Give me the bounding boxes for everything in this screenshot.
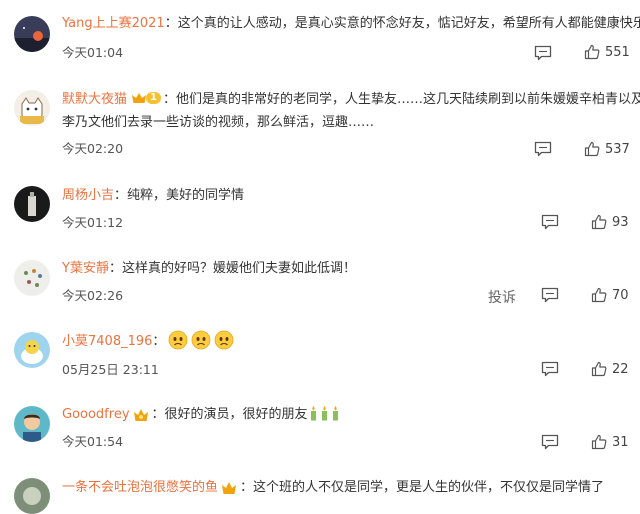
candle-emoji bbox=[320, 405, 329, 430]
comment-icon[interactable] bbox=[541, 287, 559, 303]
avatar[interactable] bbox=[14, 406, 50, 442]
thumbs-up-icon bbox=[591, 287, 607, 303]
comment-text-continued: 李乃文他们去录一些访谈的视频，那么鲜活，逗趣…… bbox=[62, 115, 375, 130]
candle-emoji bbox=[309, 405, 318, 430]
timestamp: 今天01:12 bbox=[62, 215, 124, 230]
comment-icon[interactable] bbox=[534, 45, 552, 61]
like-count: 22 bbox=[612, 361, 629, 377]
avatar[interactable] bbox=[14, 478, 50, 514]
vip-badge: 1 bbox=[131, 91, 161, 105]
username[interactable]: Yang上上赛2021 bbox=[62, 16, 165, 31]
like-count: 93 bbox=[612, 214, 629, 230]
username[interactable]: Gooodfrey bbox=[62, 407, 130, 422]
like-button[interactable]: 537 bbox=[584, 141, 630, 157]
timestamp: 今天01:54 bbox=[62, 434, 124, 449]
thumbs-up-icon bbox=[584, 44, 600, 60]
comment-text: ：这个真的让人感动，是真心实意的怀念好友，惦记好友，希望所有人都能健康快乐 bbox=[164, 16, 640, 31]
comment-icon[interactable] bbox=[541, 361, 559, 377]
sad-face-emoji bbox=[191, 330, 211, 359]
comment-text: ：纯粹，美好的同学情 bbox=[114, 188, 245, 203]
sad-face-emoji bbox=[214, 330, 234, 359]
like-button[interactable]: 31 bbox=[591, 434, 629, 450]
username[interactable]: Y葉安靜 bbox=[62, 261, 109, 276]
avatar[interactable] bbox=[14, 16, 50, 52]
thumbs-up-icon bbox=[591, 214, 607, 230]
report-button[interactable]: 投诉 bbox=[488, 287, 516, 307]
crown-icon bbox=[132, 93, 147, 103]
comment-text: ：他们是真的非常好的老同学，人生挚友……这几天陆续刷到以前朱媛媛辛柏青以及 bbox=[162, 92, 640, 107]
like-count: 70 bbox=[612, 287, 629, 303]
username[interactable]: 周杨小吉 bbox=[62, 188, 114, 203]
candle-emoji bbox=[331, 405, 340, 430]
timestamp: 今天01:04 bbox=[62, 45, 124, 60]
like-button[interactable]: 551 bbox=[584, 44, 630, 60]
username[interactable]: 默默大夜猫 bbox=[62, 92, 127, 107]
vip-level: 1 bbox=[146, 92, 161, 104]
comment-text: ： bbox=[152, 334, 166, 349]
timestamp: 今天02:20 bbox=[62, 141, 124, 156]
thumbs-up-icon bbox=[591, 434, 607, 450]
like-button[interactable]: 22 bbox=[591, 361, 629, 377]
vip-crown-icon bbox=[132, 407, 150, 432]
avatar[interactable] bbox=[14, 186, 50, 222]
timestamp: 05月25日 23:11 bbox=[62, 362, 159, 377]
comment-icon[interactable] bbox=[541, 434, 559, 450]
like-count: 537 bbox=[605, 141, 630, 157]
like-count: 551 bbox=[605, 44, 630, 60]
comment-icon[interactable] bbox=[534, 141, 552, 157]
comment-icon[interactable] bbox=[541, 214, 559, 230]
comment-text: ：很好的演员，很好的朋友 bbox=[151, 407, 308, 422]
thumbs-up-icon bbox=[584, 141, 600, 157]
like-button[interactable]: 70 bbox=[591, 287, 629, 303]
like-count: 31 bbox=[612, 434, 629, 450]
timestamp: 今天02:26 bbox=[62, 288, 124, 303]
avatar[interactable] bbox=[14, 90, 50, 126]
sad-face-emoji bbox=[168, 330, 188, 359]
avatar[interactable] bbox=[14, 332, 50, 368]
like-button[interactable]: 93 bbox=[591, 214, 629, 230]
avatar[interactable] bbox=[14, 260, 50, 296]
comment-text: ：这样真的好吗？媛媛他们夫妻如此低调！ bbox=[108, 261, 356, 276]
username[interactable]: 小莫7408_196 bbox=[62, 334, 152, 349]
vip-crown-icon bbox=[220, 480, 238, 505]
thumbs-up-icon bbox=[591, 361, 607, 377]
